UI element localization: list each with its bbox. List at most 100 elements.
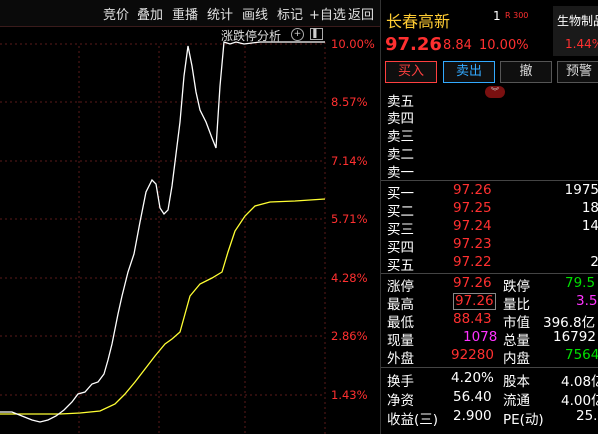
stat-label: 跌停 bbox=[503, 279, 530, 295]
pct-label: 8.57% bbox=[331, 95, 368, 109]
limit-down-value: 79.5 bbox=[565, 275, 596, 291]
ask-row: 卖二 bbox=[381, 143, 598, 163]
bid-row: 买二 97.25 18 bbox=[381, 200, 598, 220]
bid-volume: 1975 bbox=[564, 182, 598, 198]
divider bbox=[381, 180, 598, 181]
ask-row: 卖四 bbox=[381, 107, 598, 127]
toolbar-mark[interactable]: 标记 bbox=[277, 4, 303, 23]
buy-button[interactable]: 买入 bbox=[385, 61, 437, 83]
price-line bbox=[0, 41, 325, 423]
ask-label: 卖一 bbox=[387, 165, 414, 181]
toolbar-overlay[interactable]: 叠加 bbox=[137, 4, 163, 23]
bid-price: 97.25 bbox=[453, 200, 492, 216]
bid-row: 买一 97.26 1975 bbox=[381, 182, 598, 202]
stat-row-outer: 外盘 92280 内盘 7564 bbox=[381, 347, 598, 367]
stat-row-low: 最低 88.43 市值 396.8亿 bbox=[381, 311, 598, 331]
market-cap-value: 396.8亿 bbox=[543, 315, 596, 331]
total-volume-value: 16792 bbox=[553, 329, 596, 345]
outer-volume-value: 92280 bbox=[451, 347, 494, 363]
ask-row: 卖三 bbox=[381, 125, 598, 145]
fund-label: 净资 bbox=[387, 393, 414, 409]
divider bbox=[381, 273, 598, 274]
panel-toggle-icon[interactable]: ▌ bbox=[310, 28, 323, 40]
ask-row: 卖五 bbox=[381, 90, 598, 110]
stat-label: 外盘 bbox=[387, 351, 414, 367]
ask-label: 卖四 bbox=[387, 111, 414, 127]
net-assets-value: 56.40 bbox=[453, 389, 492, 405]
stock-name: 长春高新 bbox=[386, 12, 451, 31]
share-capital-value: 4.08亿 bbox=[561, 374, 598, 390]
turnover-value: 4.20% bbox=[451, 370, 494, 386]
rank-number: 1 bbox=[493, 9, 501, 23]
bid-row: 买四 97.23 bbox=[381, 236, 598, 256]
stat-label: 涨停 bbox=[387, 279, 414, 295]
intraday-chart[interactable]: 涨跌停分析 + ▌ 10.00% 8.57% 7.14% 5.71% 4.28%… bbox=[0, 26, 380, 434]
sector-box[interactable]: 生物制品 1.44% bbox=[553, 6, 598, 56]
high-value: 97.26 bbox=[453, 293, 496, 310]
bid-label: 买四 bbox=[387, 240, 414, 256]
float-value: 4.00亿 bbox=[561, 393, 598, 409]
bid-volume: 2 bbox=[590, 254, 598, 270]
pct-label: 5.71% bbox=[331, 212, 368, 226]
limit-up-value: 97.26 bbox=[453, 275, 492, 291]
divider bbox=[381, 367, 598, 368]
bid-label: 买五 bbox=[387, 258, 414, 274]
stat-label: 内盘 bbox=[503, 351, 530, 367]
eps-value: 2.900 bbox=[453, 408, 492, 424]
price-change-pct: 10.00% bbox=[479, 38, 529, 53]
stat-label: 市值 bbox=[503, 315, 530, 331]
pct-label: 2.86% bbox=[331, 329, 368, 343]
pct-label: 4.28% bbox=[331, 271, 368, 285]
toolbar-draw-line[interactable]: 画线 bbox=[242, 4, 268, 23]
pct-label: 1.43% bbox=[331, 388, 368, 402]
cancel-button[interactable]: 撤 bbox=[500, 61, 552, 83]
stat-row-current-vol: 现量 1078 总量 16792 bbox=[381, 329, 598, 349]
price-change: 8.84 bbox=[443, 38, 472, 53]
volume-ratio-value: 3.5 bbox=[576, 293, 598, 309]
bid-row: 买五 97.22 2 bbox=[381, 254, 598, 274]
ask-row: 卖一 bbox=[381, 161, 598, 181]
fund-row: 净资 56.40 流通 4.00亿 bbox=[381, 389, 598, 409]
limit-analysis-label[interactable]: 涨跌停分析 bbox=[221, 27, 281, 44]
inner-volume-value: 7564 bbox=[565, 347, 598, 363]
fund-label: 换手 bbox=[387, 374, 414, 390]
ask-label: 卖二 bbox=[387, 147, 414, 163]
bid-row: 买三 97.24 14 bbox=[381, 218, 598, 238]
current-volume-value: 1078 bbox=[463, 329, 498, 345]
stat-label: 最低 bbox=[387, 315, 414, 331]
quote-panel: 长春高新 1 R 300 生物制品 1.44% 97.26 8.84 10.00… bbox=[380, 0, 598, 434]
fund-row: 换手 4.20% 股本 4.08亿 bbox=[381, 370, 598, 390]
toolbar-stats[interactable]: 统计 bbox=[207, 4, 233, 23]
ask-label: 卖三 bbox=[387, 129, 414, 145]
bid-price: 97.23 bbox=[453, 236, 492, 252]
bid-label: 买一 bbox=[387, 186, 414, 202]
pe-value: 25. bbox=[576, 408, 598, 424]
fund-row: 收益(三) 2.900 PE(动) 25. bbox=[381, 408, 598, 428]
stat-label: 量比 bbox=[503, 297, 530, 313]
low-value: 88.43 bbox=[453, 311, 492, 327]
stat-label: 现量 bbox=[387, 333, 414, 349]
pct-label: 7.14% bbox=[331, 154, 368, 168]
bid-price: 97.24 bbox=[453, 218, 492, 234]
chart-canvas bbox=[0, 41, 326, 434]
fund-label: 股本 bbox=[503, 374, 530, 390]
fund-label: 收益(三) bbox=[387, 412, 439, 428]
stat-row-limit: 涨停 97.26 跌停 79.5 bbox=[381, 275, 598, 295]
fund-label: PE(动) bbox=[503, 412, 544, 428]
bid-volume: 14 bbox=[581, 218, 598, 234]
bid-price: 97.26 bbox=[453, 182, 492, 198]
toolbar-back[interactable]: 返回 bbox=[348, 4, 374, 23]
chart-toolbar: 竞价 叠加 重播 统计 画线 标记 +自选 返回 bbox=[0, 0, 380, 27]
toolbar-replay[interactable]: 重播 bbox=[172, 4, 198, 23]
sell-button[interactable]: 卖出 bbox=[443, 61, 495, 83]
expand-icon[interactable]: + bbox=[291, 28, 304, 41]
stat-label: 总量 bbox=[503, 333, 530, 349]
r300-badge: R 300 bbox=[505, 11, 529, 20]
stat-label: 最高 bbox=[387, 297, 414, 313]
toolbar-auction[interactable]: 竞价 bbox=[103, 4, 129, 23]
stat-row-high: 最高 97.26 量比 3.5 bbox=[381, 293, 598, 313]
toolbar-add-watchlist[interactable]: +自选 bbox=[309, 4, 346, 23]
alert-button[interactable]: 预警 bbox=[557, 61, 598, 83]
bid-price: 97.22 bbox=[453, 254, 492, 270]
pct-label: 10.00% bbox=[331, 37, 375, 51]
